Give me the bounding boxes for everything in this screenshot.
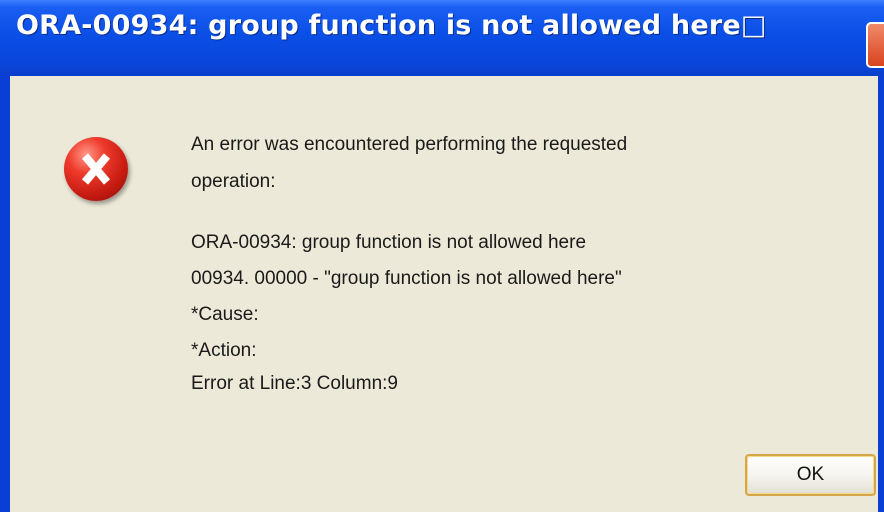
message-line-6: *Action: <box>191 340 257 361</box>
title-bar[interactable]: ORA-00934: group function is not allowed… <box>0 0 884 76</box>
message-line-3: ORA-00934: group function is not allowed… <box>191 232 587 253</box>
message-line-7: Error at Line:3 Column:9 <box>191 373 398 394</box>
message-line-2: operation: <box>191 171 276 192</box>
message-line-1: An error was encountered performing the … <box>191 134 628 155</box>
ok-button[interactable]: OK <box>745 454 876 496</box>
message-line-4: 00934. 00000 - "group function is not al… <box>191 268 622 289</box>
window-title: ORA-00934: group function is not allowed… <box>16 10 767 41</box>
error-icon <box>64 137 128 201</box>
close-button[interactable] <box>866 22 884 68</box>
error-dialog-window: ORA-00934: group function is not allowed… <box>0 0 884 512</box>
message-line-5: *Cause: <box>191 304 259 325</box>
